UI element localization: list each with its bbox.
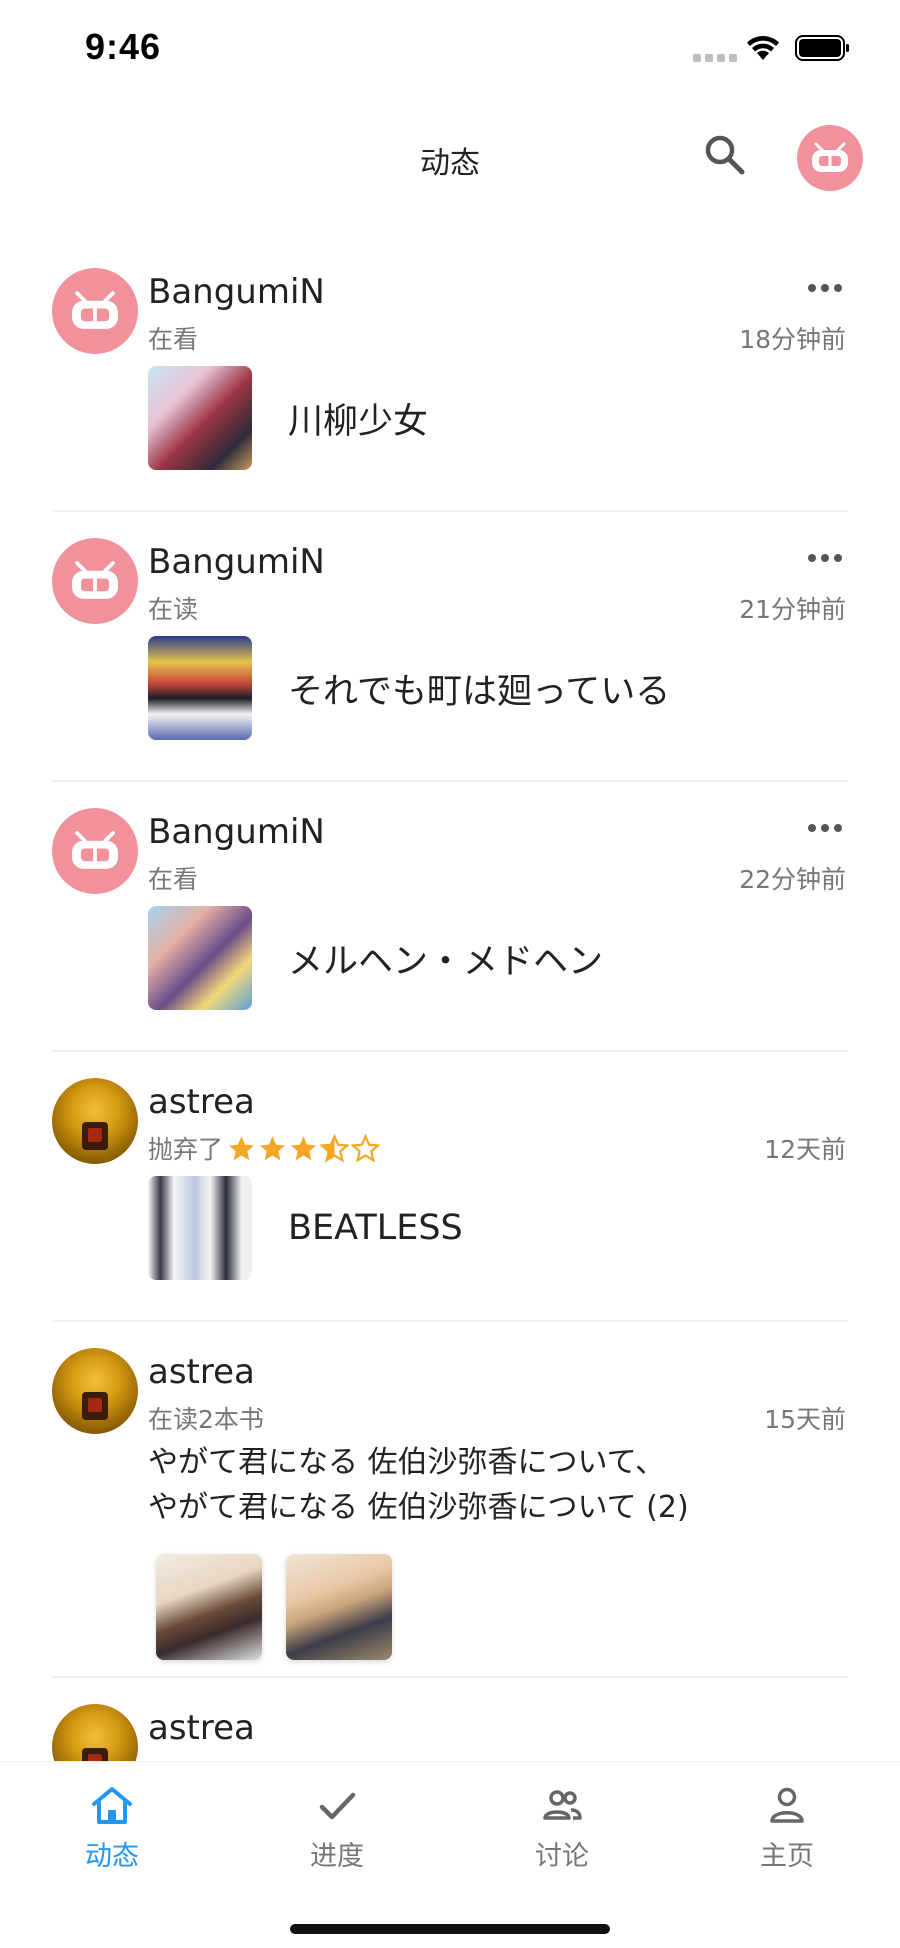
subject-covers bbox=[156, 1554, 392, 1660]
activity-action: 抛弃了 bbox=[148, 1130, 381, 1166]
bangumi-logo-icon bbox=[72, 831, 118, 869]
activity-action: 在读 bbox=[148, 595, 199, 624]
username[interactable]: astrea bbox=[148, 1708, 255, 1748]
activity-action: 在看 bbox=[148, 865, 199, 894]
status-bar: 9:46 bbox=[0, 0, 900, 100]
user-avatar[interactable] bbox=[52, 268, 138, 354]
timeline-feed: BangumiN 在看 18分钟前 川柳少女 BangumiN 在读 21分钟前… bbox=[0, 268, 900, 1878]
star-full-icon bbox=[228, 1135, 255, 1160]
bangumi-logo-icon bbox=[72, 561, 118, 599]
subject-cover[interactable] bbox=[286, 1554, 392, 1660]
feed-item[interactable]: astrea 抛弃了 12天前 BEATLESS bbox=[52, 1052, 848, 1322]
bangumi-logo-icon bbox=[72, 291, 118, 329]
home-icon bbox=[92, 1787, 132, 1824]
subject-title[interactable]: 川柳少女 bbox=[288, 393, 428, 444]
user-avatar[interactable] bbox=[52, 808, 138, 894]
subject-cover[interactable] bbox=[148, 1176, 252, 1280]
more-options-icon[interactable] bbox=[806, 818, 844, 838]
subject-cover[interactable] bbox=[156, 1554, 262, 1660]
subject-link[interactable]: メルヘン・メドヘン bbox=[148, 906, 603, 1010]
battery-icon bbox=[795, 35, 849, 61]
page-title: 动态 bbox=[420, 146, 480, 181]
signal-icon bbox=[693, 54, 737, 62]
tab-label: 动态 bbox=[85, 1841, 139, 1872]
subject-link[interactable]: それでも町は廻っている bbox=[148, 636, 670, 740]
star-full-icon bbox=[259, 1135, 286, 1160]
activity-action: 在读2本书 bbox=[148, 1405, 264, 1434]
subject-list-text[interactable]: やがて君になる 佐伯沙弥香について、 やがて君になる 佐伯沙弥香について (2) bbox=[148, 1440, 689, 1530]
activity-time: 21分钟前 bbox=[739, 595, 846, 624]
user-avatar[interactable] bbox=[52, 1348, 138, 1434]
tab-timeline[interactable]: 动态 bbox=[52, 1782, 172, 1873]
bangumi-logo-icon bbox=[812, 142, 848, 172]
username[interactable]: BangumiN bbox=[148, 542, 325, 582]
feed-item[interactable]: BangumiN 在看 18分钟前 川柳少女 bbox=[52, 268, 848, 512]
more-options-icon[interactable] bbox=[806, 278, 844, 298]
subject-cover[interactable] bbox=[148, 366, 252, 470]
username[interactable]: BangumiN bbox=[148, 812, 325, 852]
subject-link[interactable]: 川柳少女 bbox=[148, 366, 428, 470]
feed-item[interactable]: BangumiN 在看 22分钟前 メルヘン・メドヘン bbox=[52, 782, 848, 1052]
subject-link[interactable]: BEATLESS bbox=[148, 1176, 463, 1280]
activity-time: 15天前 bbox=[764, 1405, 846, 1434]
username[interactable]: astrea bbox=[148, 1352, 255, 1392]
tab-label: 进度 bbox=[310, 1841, 364, 1872]
star-empty-icon bbox=[351, 1133, 381, 1162]
search-button[interactable] bbox=[700, 130, 750, 180]
rating-stars bbox=[227, 1133, 381, 1163]
subject-cover[interactable] bbox=[148, 636, 252, 740]
activity-action-text: 抛弃了 bbox=[148, 1135, 224, 1164]
star-half-icon bbox=[320, 1133, 350, 1162]
user-avatar[interactable] bbox=[52, 538, 138, 624]
username[interactable]: astrea bbox=[148, 1082, 255, 1122]
subject-title[interactable]: メルヘン・メドヘン bbox=[288, 933, 603, 984]
more-options-icon[interactable] bbox=[806, 548, 844, 568]
user-avatar[interactable] bbox=[52, 1078, 138, 1164]
tab-discussion[interactable]: 讨论 bbox=[502, 1782, 622, 1873]
activity-time: 22分钟前 bbox=[739, 865, 846, 894]
home-indicator[interactable] bbox=[290, 1924, 610, 1934]
username[interactable]: BangumiN bbox=[148, 272, 325, 312]
subject-line[interactable]: やがて君になる 佐伯沙弥香について、 bbox=[148, 1440, 689, 1485]
check-icon bbox=[319, 1792, 356, 1820]
activity-action: 在看 bbox=[148, 325, 199, 354]
person-icon bbox=[770, 1787, 804, 1823]
header: 动态 bbox=[0, 100, 900, 210]
bottom-tab-bar: 动态 进度 讨论 主页 bbox=[0, 1762, 900, 1948]
tab-label: 主页 bbox=[760, 1841, 814, 1872]
subject-cover[interactable] bbox=[148, 906, 252, 1010]
activity-time: 12天前 bbox=[764, 1135, 846, 1164]
people-icon bbox=[543, 1790, 582, 1820]
subject-title[interactable]: BEATLESS bbox=[288, 1208, 463, 1248]
tab-profile[interactable]: 主页 bbox=[727, 1782, 847, 1873]
feed-item[interactable]: astrea 在读2本书 15天前 やがて君になる 佐伯沙弥香について、 やがて… bbox=[52, 1322, 848, 1678]
wifi-icon bbox=[747, 36, 779, 60]
tab-label: 讨论 bbox=[535, 1841, 589, 1872]
subject-line[interactable]: やがて君になる 佐伯沙弥香について (2) bbox=[148, 1485, 689, 1530]
activity-time: 18分钟前 bbox=[739, 325, 846, 354]
tab-progress[interactable]: 进度 bbox=[277, 1782, 397, 1873]
feed-item[interactable]: BangumiN 在读 21分钟前 それでも町は廻っている bbox=[52, 512, 848, 782]
star-full-icon bbox=[290, 1135, 317, 1160]
profile-avatar-button[interactable] bbox=[797, 125, 863, 191]
search-icon bbox=[705, 135, 745, 175]
status-time: 9:46 bbox=[85, 26, 162, 67]
subject-title[interactable]: それでも町は廻っている bbox=[288, 663, 670, 714]
